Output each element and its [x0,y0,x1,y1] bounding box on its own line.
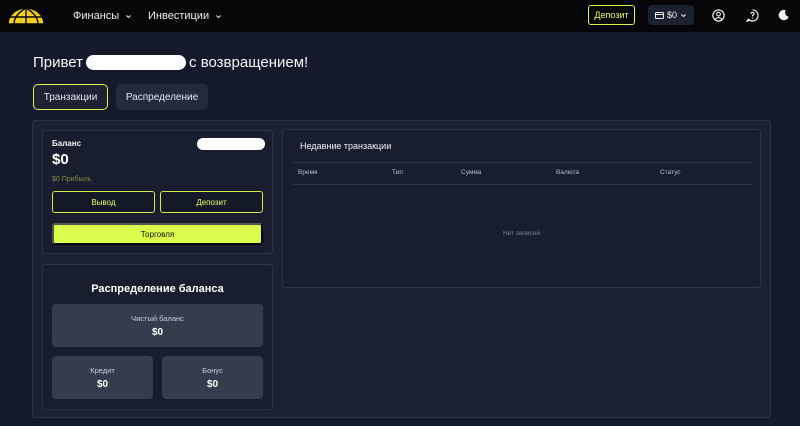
divider [292,184,752,185]
column-header-type: Тип [392,169,403,176]
net-balance-tile: Чистый баланс $0 [52,304,263,347]
net-balance-value: $0 [151,327,164,338]
redacted-username [86,55,187,70]
tab-transactions[interactable]: Транзакции [33,84,108,110]
wallet-dropdown[interactable]: $0 [648,5,694,25]
bonus-label: Бонус [202,366,223,375]
chevron-down-icon [216,14,222,18]
chevron-down-icon [126,14,132,18]
wallet-amount: $0 [666,10,677,20]
credit-label: Кредит [90,366,115,375]
withdraw-button[interactable]: Вывод [52,191,155,213]
tab-distribution[interactable]: Распределение [116,84,208,110]
bonus-value: $0 [206,379,219,390]
nav-investments-label: Инвестиции [148,10,210,22]
transactions-empty-state: Нет записей [502,230,541,237]
page-greeting: Привет с возвращением! [33,54,308,71]
column-header-amount: Сумма [461,169,482,176]
chevron-down-icon [681,13,686,17]
distribution-title: Распределение баланса [91,283,224,295]
transactions-title: Недавние транзакции [300,141,392,151]
deposit-button[interactable]: Депозит [160,191,263,213]
nav-investments[interactable]: Инвестиции [148,0,222,32]
top-bar: Финансы Инвестиции Депозит $0 [0,0,800,32]
net-balance-label: Чистый баланс [131,314,184,323]
user-icon[interactable] [710,7,726,23]
nav-finance-label: Финансы [73,10,120,22]
balance-profit: $0 Прибыль [52,176,92,183]
column-header-status: Статус [660,169,681,176]
trade-button[interactable]: Торговля [52,223,263,245]
bonus-tile: Бонус $0 [162,356,263,399]
credit-tile: Кредит $0 [52,356,153,399]
header-deposit-button[interactable]: Депозит [588,5,635,25]
credit-value: $0 [96,379,109,390]
wallet-card-icon [654,11,664,19]
redacted-account [197,138,265,150]
greeting-suffix: с возвращением! [189,54,309,71]
transactions-card [282,129,761,288]
column-header-currency: Валюта [556,169,579,176]
logo-globe-icon[interactable] [6,6,46,26]
moon-icon[interactable] [776,7,792,23]
balance-amount: $0 [52,151,69,168]
help-icon[interactable] [744,7,760,23]
balance-label: Баланс [52,139,82,148]
divider [292,162,752,163]
column-header-time: Время [298,169,318,176]
greeting-prefix: Привет [33,54,84,71]
nav-finance[interactable]: Финансы [73,0,132,32]
